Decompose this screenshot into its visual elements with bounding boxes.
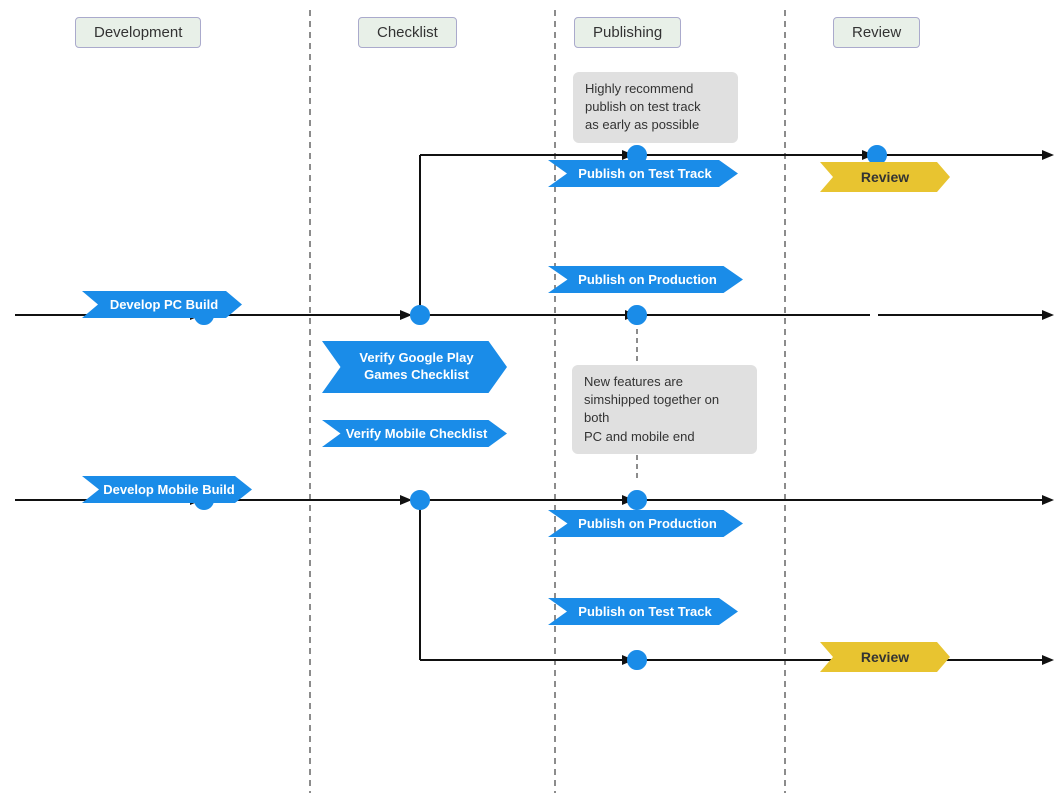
task-publish-test-top[interactable]: Publish on Test Track: [548, 160, 738, 187]
task-review-bottom[interactable]: Review: [820, 642, 950, 672]
task-develop-pc[interactable]: Develop PC Build: [82, 291, 242, 318]
task-publish-test-bottom[interactable]: Publish on Test Track: [548, 598, 738, 625]
col-header-development: Development: [75, 17, 201, 48]
task-develop-mobile[interactable]: Develop Mobile Build: [82, 476, 252, 503]
task-publish-prod-top[interactable]: Publish on Production: [548, 266, 743, 293]
task-publish-prod-bottom[interactable]: Publish on Production: [548, 510, 743, 537]
task-review-top[interactable]: Review: [820, 162, 950, 192]
col-header-review: Review: [833, 17, 920, 48]
flow-diagram-svg: [0, 0, 1057, 803]
col-header-checklist: Checklist: [358, 17, 457, 48]
task-verify-mobile[interactable]: Verify Mobile Checklist: [322, 420, 507, 447]
col-header-publishing: Publishing: [574, 17, 681, 48]
diagram: Development Checklist Publishing Review …: [0, 0, 1057, 803]
note-simship: New features are simshipped together on …: [572, 365, 757, 454]
note-recommend: Highly recommend publish on test track a…: [573, 72, 738, 143]
task-verify-gpg[interactable]: Verify Google Play Games Checklist: [322, 341, 507, 393]
